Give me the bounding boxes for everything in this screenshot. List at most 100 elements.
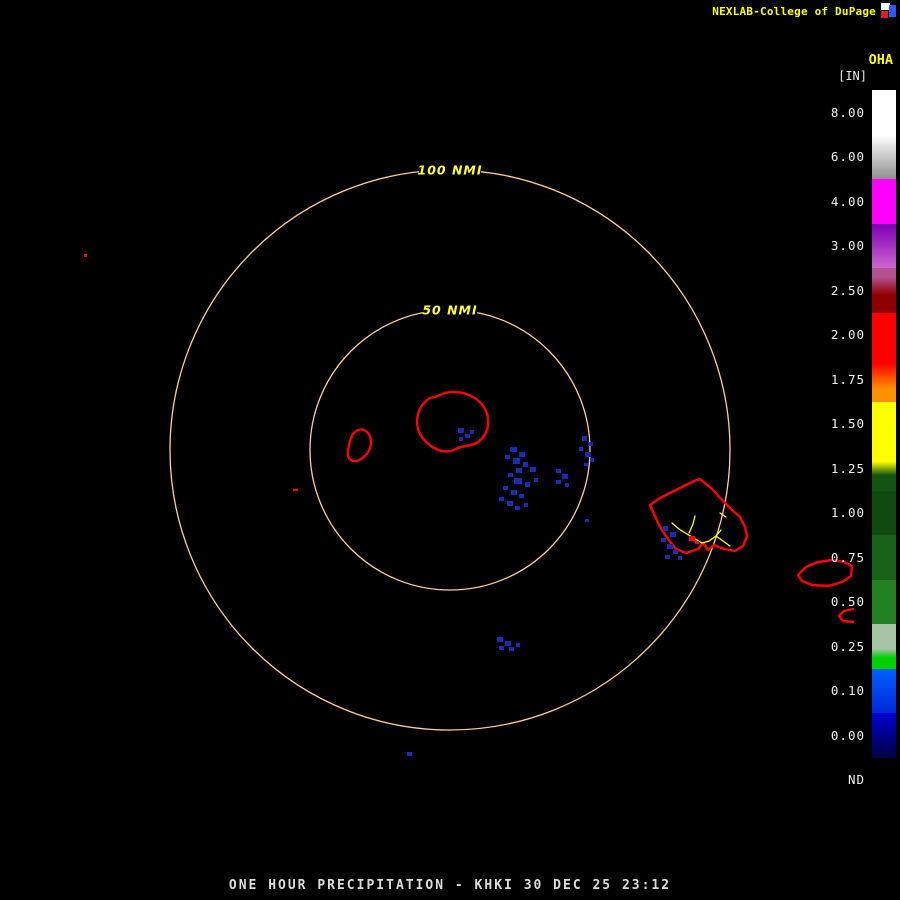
precip-echo bbox=[585, 519, 589, 522]
legend-item-1-00: 1.00 bbox=[811, 490, 896, 535]
legend-item-0-50: 0.50 bbox=[811, 579, 896, 624]
precip-echo bbox=[588, 442, 593, 446]
legend-color-swatch bbox=[872, 757, 896, 802]
legend-value-label: 1.25 bbox=[830, 460, 865, 476]
legend-value-label: 3.00 bbox=[830, 238, 865, 254]
road-line-2 bbox=[715, 535, 731, 547]
legend-color-swatch bbox=[872, 535, 896, 580]
red-mark bbox=[84, 254, 87, 257]
island-outline-kauai bbox=[415, 390, 490, 453]
legend-product-code: OHA bbox=[868, 52, 893, 68]
legend-value-label: 0.10 bbox=[830, 683, 865, 699]
precip-echo bbox=[523, 462, 528, 467]
precip-echo bbox=[465, 434, 470, 438]
legend-item-nd: ND bbox=[811, 757, 896, 802]
precip-echo bbox=[499, 646, 504, 650]
cod-logo-blue-block bbox=[889, 5, 896, 17]
legend-item-1-25: 1.25 bbox=[811, 446, 896, 491]
legend-value-label: 1.00 bbox=[830, 505, 865, 521]
precip-echo bbox=[470, 430, 474, 434]
legend-item-4-00: 4.00 bbox=[811, 179, 896, 224]
precip-echo bbox=[505, 641, 511, 646]
road-line-1 bbox=[688, 515, 696, 534]
legend-value-label: 0.25 bbox=[830, 638, 865, 654]
precip-echo bbox=[585, 452, 591, 457]
legend-item-0-25: 0.25 bbox=[811, 624, 896, 669]
legend-item-3-00: 3.00 bbox=[811, 223, 896, 268]
island-outline-niihau bbox=[346, 428, 373, 463]
legend-value-label: 0.75 bbox=[830, 549, 865, 565]
precip-echo bbox=[516, 468, 522, 473]
legend-color-swatch bbox=[872, 713, 896, 758]
precip-echo bbox=[579, 447, 583, 451]
precip-echo bbox=[513, 458, 520, 464]
precip-echo bbox=[507, 501, 513, 506]
legend-value-label: 1.75 bbox=[830, 371, 865, 387]
precip-echo bbox=[515, 506, 520, 510]
cod-logo-red-block bbox=[881, 11, 888, 18]
legend-item-1-75: 1.75 bbox=[811, 357, 896, 402]
precip-echo bbox=[661, 538, 666, 542]
legend-header: OHA [IN] bbox=[838, 52, 893, 83]
precip-echo bbox=[673, 550, 678, 554]
legend-color-swatch bbox=[872, 624, 896, 669]
ring-label-50-nmi: 50 NMI bbox=[422, 303, 477, 318]
legend-color-swatch bbox=[872, 357, 896, 402]
legend-value-label: 8.00 bbox=[830, 104, 865, 120]
precip-echo bbox=[458, 428, 464, 433]
precip-echo bbox=[584, 463, 588, 466]
legend-color-swatch bbox=[872, 668, 896, 713]
legend-color-swatch bbox=[872, 490, 896, 535]
legend-color-swatch bbox=[872, 446, 896, 491]
red-mark bbox=[689, 536, 695, 541]
legend-item-2-00: 2.00 bbox=[811, 312, 896, 357]
legend-item-1-50: 1.50 bbox=[811, 401, 896, 446]
legend-value-label: 6.00 bbox=[830, 149, 865, 165]
precip-echo bbox=[505, 455, 510, 459]
precip-echo bbox=[519, 452, 525, 457]
precip-echo bbox=[670, 532, 676, 537]
legend-units-label: [IN] bbox=[838, 69, 867, 83]
legend-color-swatch bbox=[872, 223, 896, 268]
legend-item-8-00: 8.00 bbox=[811, 90, 896, 135]
credit-text: NEXLAB-College of DuPage bbox=[712, 5, 876, 18]
legend-value-label: 1.50 bbox=[830, 416, 865, 432]
legend-color-swatch bbox=[872, 579, 896, 624]
precip-echo bbox=[497, 637, 503, 642]
precip-echo bbox=[667, 544, 673, 549]
precip-echo bbox=[459, 437, 463, 441]
legend-item-0-75: 0.75 bbox=[811, 535, 896, 580]
red-mark bbox=[293, 489, 298, 491]
precip-echo bbox=[508, 473, 513, 477]
legend-color-swatch bbox=[872, 90, 896, 135]
legend-color-swatch bbox=[872, 134, 896, 179]
precip-echo bbox=[565, 483, 569, 487]
precip-echo bbox=[510, 447, 517, 452]
legend-color-swatch bbox=[872, 401, 896, 446]
precip-echo bbox=[562, 474, 568, 479]
legend-color-swatch bbox=[872, 268, 896, 313]
cod-logo-icon bbox=[880, 2, 897, 19]
precip-echo bbox=[663, 526, 668, 531]
legend-value-label: 0.50 bbox=[830, 594, 865, 610]
precip-echo bbox=[407, 752, 412, 756]
ring-label-100-nmi: 100 NMI bbox=[418, 163, 483, 178]
legend-item-0-10: 0.10 bbox=[811, 668, 896, 713]
legend-item-2-50: 2.50 bbox=[811, 268, 896, 313]
road-line-0 bbox=[671, 522, 722, 544]
legend-scale: 8.00 6.00 4.00 3.00 2.50 2.00 1.75 1.50 1.25 1.00… bbox=[811, 90, 896, 802]
precip-echo bbox=[524, 503, 528, 507]
legend-value-label: 4.00 bbox=[830, 193, 865, 209]
legend-color-swatch bbox=[872, 179, 896, 224]
red-mark bbox=[695, 541, 699, 544]
legend-value-label: 0.00 bbox=[830, 727, 865, 743]
precip-echo bbox=[503, 486, 508, 490]
legend-color-swatch bbox=[872, 312, 896, 357]
precip-echo bbox=[582, 436, 587, 441]
precip-echo bbox=[514, 478, 522, 484]
precip-echo bbox=[516, 643, 520, 647]
legend-item-6-00: 6.00 bbox=[811, 134, 896, 179]
legend-item-0-00: 0.00 bbox=[811, 713, 896, 758]
precip-echo bbox=[519, 494, 524, 498]
precip-echo bbox=[556, 480, 561, 484]
